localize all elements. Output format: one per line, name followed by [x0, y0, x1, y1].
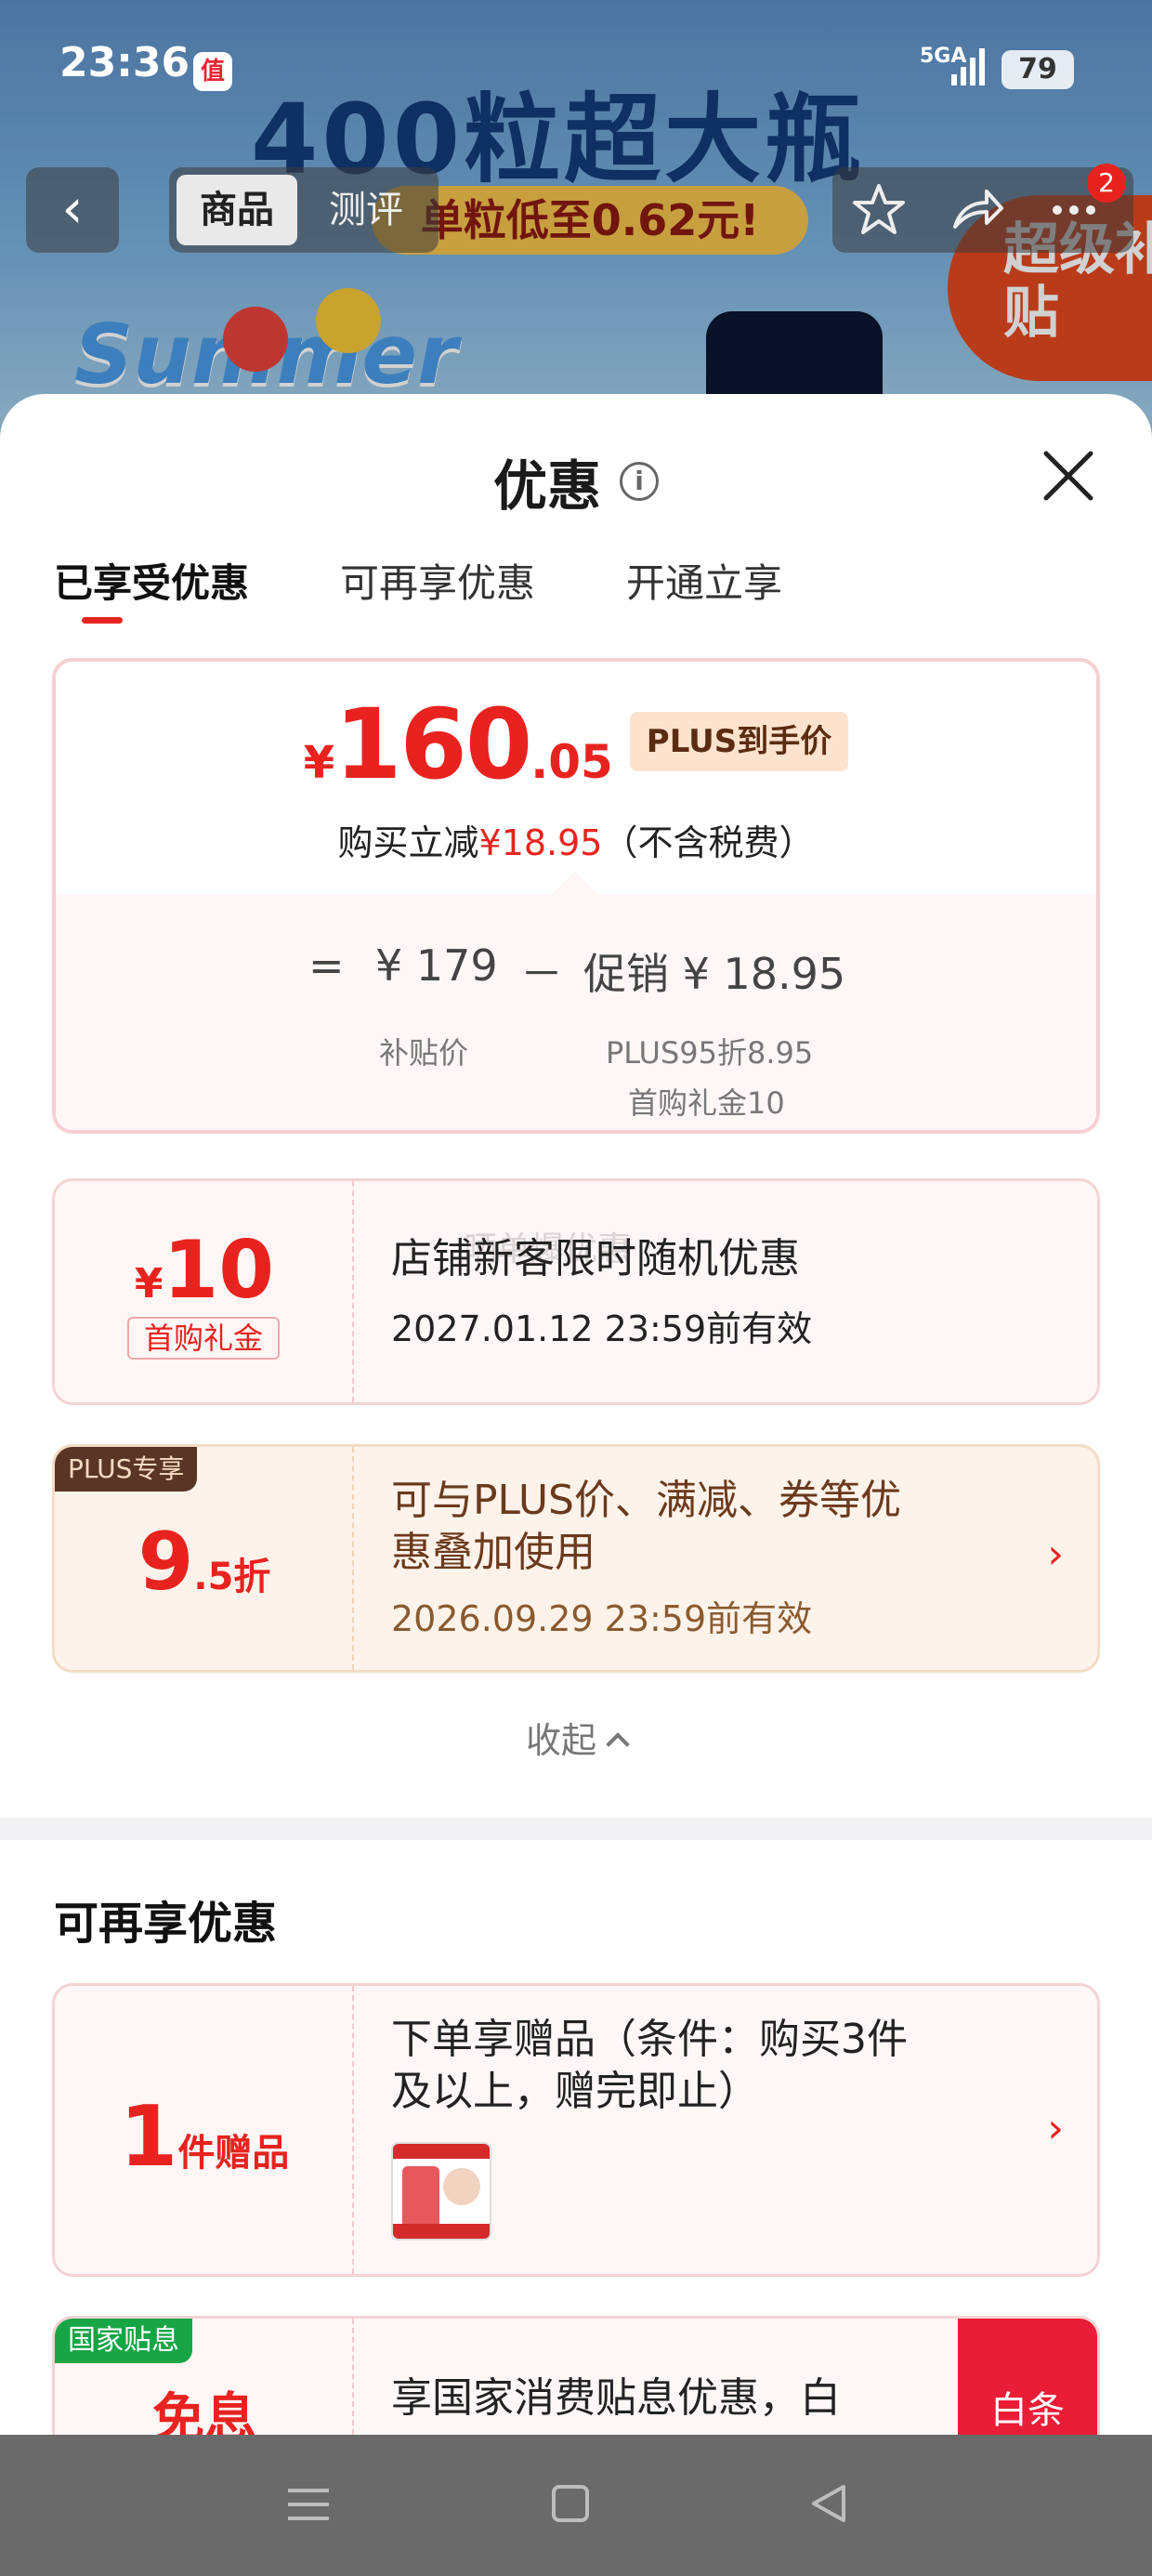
promo-detail-gift: 首购礼金10: [628, 1085, 785, 1121]
final-price: ¥160.05 PLUS到手价: [56, 688, 1096, 801]
minus-sign: －: [520, 949, 563, 999]
coupon-number: 10: [163, 1224, 275, 1317]
promo-amount: 促销 ¥ 18.95: [583, 949, 846, 999]
interest-free-label: 免息: [152, 2388, 256, 2435]
product-tabs: 商品 测评: [169, 167, 439, 253]
menu-icon[interactable]: [288, 2489, 329, 2520]
national-interest-subsidy-card[interactable]: 免息 国家贴息 享国家消费贴息优惠，白 白条: [52, 2316, 1100, 2435]
info-icon[interactable]: i: [620, 462, 659, 501]
signal-icon: [951, 48, 985, 85]
more-discounts-title: 可再享优惠: [54, 1898, 278, 1950]
plus-exclusive-badge: PLUS专享: [55, 1447, 198, 1492]
national-subsidy-badge: 国家贴息: [55, 2319, 192, 2363]
tab-enjoyed[interactable]: 已享受优惠: [54, 552, 249, 609]
coupon-card-new-customer[interactable]: ¥10 首购礼金 晒单爆优惠 店铺新客限时随机优惠 2027.01.12 23:…: [52, 1178, 1100, 1405]
price-formula: = ¥ 179 － 促销 ¥ 18.95: [56, 940, 1096, 999]
sheet-title-text: 优惠: [492, 454, 601, 518]
coupon-validity: 2026.09.29 23:59前有效: [391, 1598, 813, 1639]
sheet-title: 优惠 i: [0, 442, 1152, 520]
price-breakdown: [56, 894, 1096, 1130]
gift-unit: 件赠品: [177, 2132, 290, 2175]
discount-sheet: 优惠 i 已享受优惠 可再享优惠 开通立享 ¥160.05 PLUS到手价 购买立减…: [0, 394, 1152, 2435]
system-navigation-bar: [0, 2435, 1152, 2576]
coupon-amount: ¥10: [55, 1224, 354, 1317]
collapse-button[interactable]: 收起: [0, 1712, 1152, 1763]
coupon-description-line2: 惠叠加使用: [391, 1529, 596, 1576]
reduce-suffix: （不含税费）: [602, 822, 815, 863]
chevron-right-icon: ›: [1047, 1531, 1064, 1578]
clock: 23:36: [59, 39, 190, 86]
battery-icon: 79: [1001, 50, 1074, 89]
close-icon[interactable]: [1039, 446, 1098, 506]
base-price: ¥ 179: [375, 940, 498, 991]
plus-price-tag: PLUS到手价: [629, 712, 849, 771]
reduce-amount: ¥18.95: [478, 822, 603, 863]
coupon-currency: ¥: [134, 1260, 164, 1308]
gift-description-line1: 下单享赠品（条件：购买3件: [391, 2016, 908, 2063]
section-divider: [0, 1818, 1152, 1840]
gift-value-panel: 1件赠品: [55, 1986, 354, 2274]
tab-goods[interactable]: 商品: [177, 175, 297, 245]
currency-symbol: ¥: [303, 737, 335, 789]
gift-description-line2: 及以上，赠完即止）: [391, 2068, 759, 2115]
coupon-description: 店铺新客限时随机优惠: [391, 1235, 800, 1282]
tab-more-available[interactable]: 可再享优惠: [340, 552, 535, 609]
base-price-label: 补贴价: [379, 1035, 469, 1071]
favorite-star-icon[interactable]: [849, 180, 909, 240]
gift-offer-card[interactable]: 1件赠品 下单享赠品（条件：购买3件 及以上，赠完即止） ›: [52, 1983, 1100, 2277]
share-icon[interactable]: [948, 180, 1007, 240]
discount-unit: .5折: [193, 1556, 271, 1598]
status-bar: 23:36 值 5GA 79: [0, 0, 1152, 91]
message-count-badge: 2: [1087, 164, 1126, 203]
tab-review[interactable]: 测评: [329, 167, 403, 253]
gift-product-thumbnail[interactable]: [391, 2142, 491, 2241]
home-icon[interactable]: [552, 2485, 589, 2522]
back-button[interactable]: ‹: [26, 167, 119, 253]
baitiao-button[interactable]: 白条: [958, 2319, 1097, 2435]
chevron-right-icon: ›: [1047, 2105, 1064, 2152]
coupon-type-tag: 首购礼金: [127, 1317, 280, 1360]
price-decimal: .05: [530, 735, 613, 789]
reduce-prefix: 购买立减: [337, 822, 479, 863]
app-notification-icon: 值: [193, 52, 232, 91]
coupon-validity: 2027.01.12 23:59前有效: [391, 1308, 813, 1349]
price-integer: 160: [334, 688, 532, 801]
active-tab-indicator: [82, 617, 123, 624]
reduce-line: 购买立减¥18.95（不含税费）: [56, 814, 1096, 865]
collapse-label: 收起: [525, 1720, 596, 1761]
gift-count: 1件赠品: [55, 2088, 354, 2186]
promo-detail-plus: PLUS95折8.95: [606, 1035, 814, 1071]
chevron-up-icon: [606, 1732, 630, 1756]
summary-top: ¥160.05 PLUS到手价 购买立减¥18.95（不含税费）: [56, 662, 1096, 894]
equals-sign: =: [308, 940, 345, 991]
coupon-value-panel: ¥10 首购礼金: [55, 1181, 354, 1402]
tab-activate[interactable]: 开通立享: [626, 552, 782, 609]
subsidy-description: 享国家消费贴息优惠，白: [391, 2374, 841, 2422]
discount-number: 9: [137, 1516, 194, 1609]
coupon-description-line1: 可与PLUS价、满减、券等优: [391, 1477, 901, 1524]
back-triangle-icon[interactable]: [808, 2483, 849, 2524]
coupon-discount: 9.5折: [55, 1516, 354, 1609]
gift-number: 1: [119, 2088, 178, 2186]
coupon-card-plus[interactable]: 9.5折 PLUS专享 可与PLUS价、满减、券等优 惠叠加使用 2026.09…: [52, 1444, 1100, 1673]
price-summary-card: ¥160.05 PLUS到手价 购买立减¥18.95（不含税费） = ¥ 179 …: [52, 658, 1100, 1134]
